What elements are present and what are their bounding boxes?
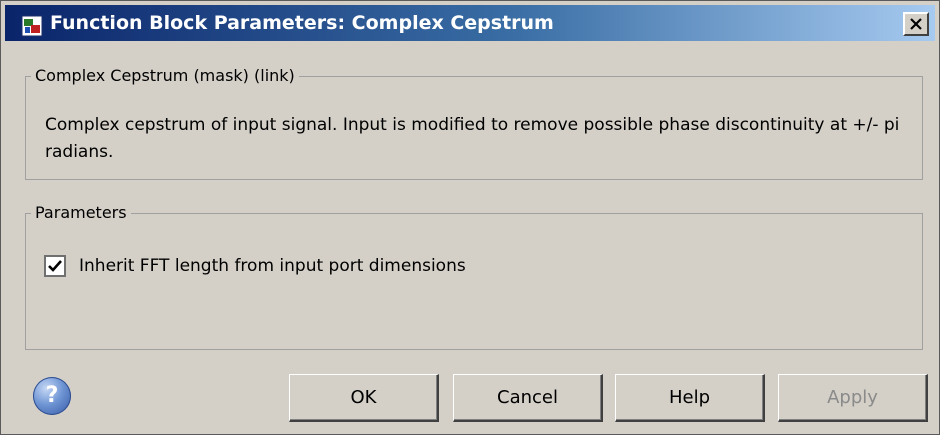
title-bar[interactable]: Function Block Parameters: Complex Cepst… xyxy=(5,5,935,41)
block-description: Complex cepstrum of input signal. Input … xyxy=(45,115,900,162)
description-group-legend: Complex Cepstrum (mask) (link) xyxy=(31,66,299,86)
inherit-fft-length-label[interactable]: Inherit FFT length from input port dimen… xyxy=(79,254,466,278)
parameters-groupbox xyxy=(25,213,923,350)
inherit-fft-length-checkbox[interactable] xyxy=(44,255,66,277)
window-title: Function Block Parameters: Complex Cepst… xyxy=(50,12,554,34)
close-icon xyxy=(910,18,922,30)
cancel-button[interactable]: Cancel xyxy=(453,374,603,422)
question-mark-glyph: ? xyxy=(45,383,59,408)
ok-button[interactable]: OK xyxy=(289,374,439,422)
apply-button[interactable]: Apply xyxy=(778,374,928,422)
question-mark-icon[interactable]: ? xyxy=(33,377,71,415)
simulink-block-icon xyxy=(21,15,43,37)
close-button[interactable] xyxy=(903,12,929,36)
checkmark-icon xyxy=(48,260,62,272)
dialog-window: Function Block Parameters: Complex Cepst… xyxy=(0,0,940,435)
parameters-group-legend: Parameters xyxy=(31,203,131,223)
help-button[interactable]: Help xyxy=(615,374,765,422)
